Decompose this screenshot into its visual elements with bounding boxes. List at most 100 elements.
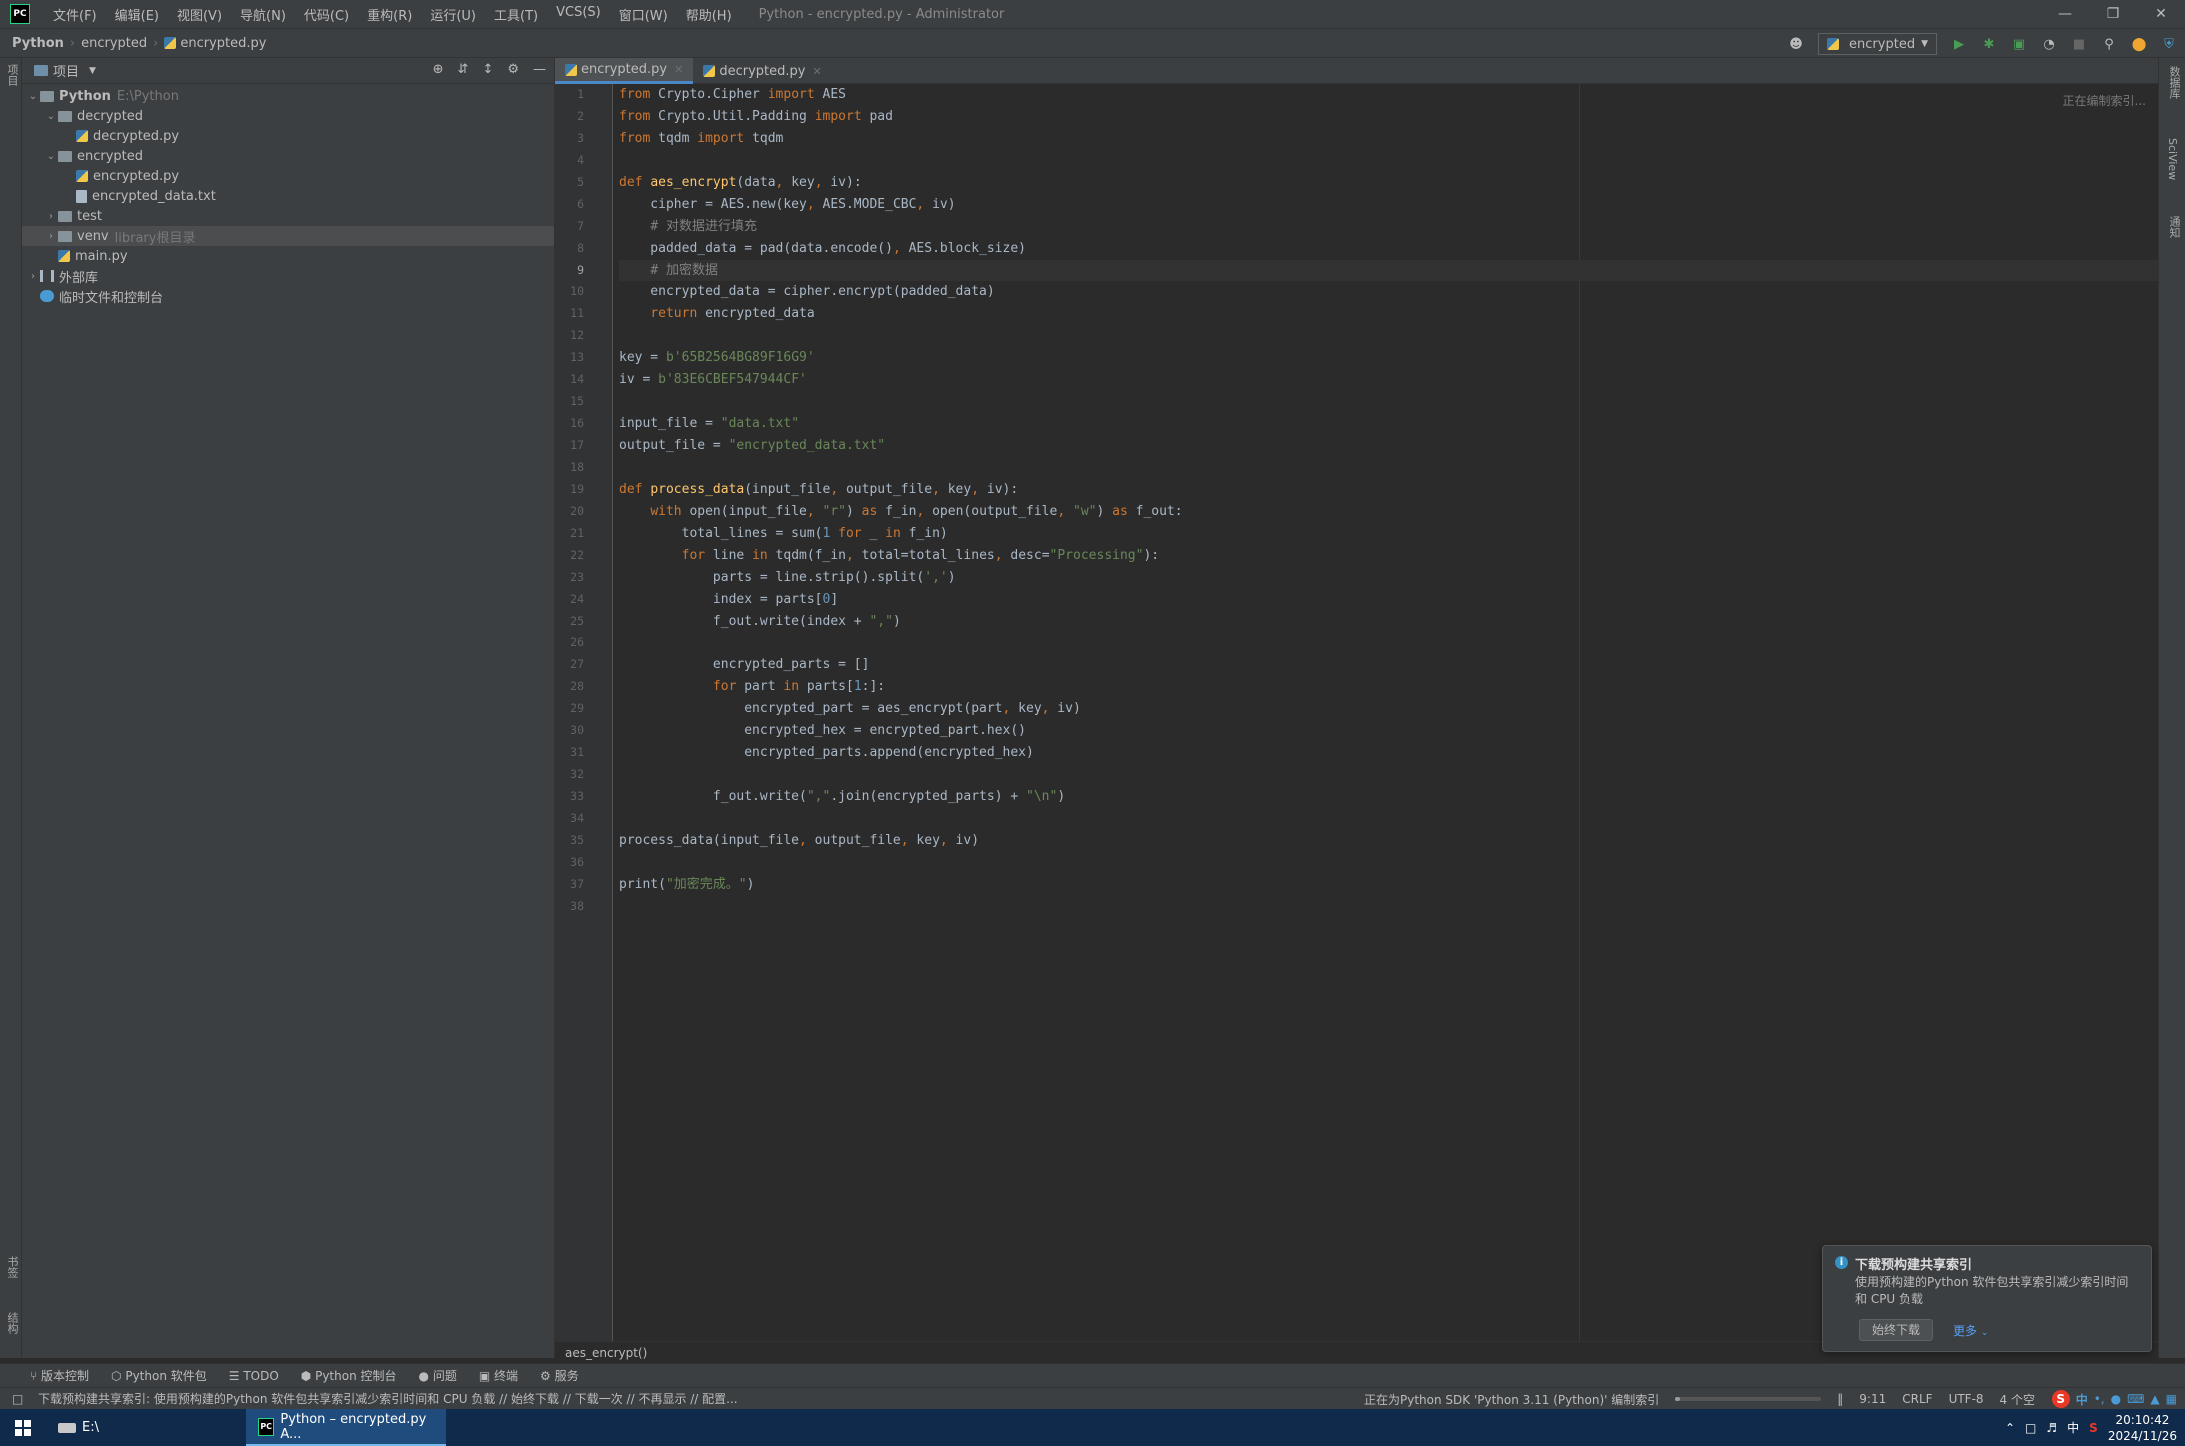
pause-icon[interactable]: ‖ <box>1837 1392 1843 1406</box>
line-number[interactable]: 31 <box>555 742 612 764</box>
menu-item[interactable]: 文件(F) <box>44 5 106 24</box>
line-number[interactable]: 35 <box>555 830 612 852</box>
code-line[interactable] <box>619 325 2158 347</box>
code-line[interactable] <box>619 852 2158 874</box>
coverage-icon[interactable]: ▣ <box>2011 36 2027 52</box>
line-number[interactable]: 16 <box>555 413 612 435</box>
code-line[interactable]: encrypted_part = aes_encrypt(part, key, … <box>619 698 2158 720</box>
menu-item[interactable]: 重构(R) <box>358 5 421 24</box>
caret-position[interactable]: 9:11 <box>1859 1392 1886 1406</box>
line-number[interactable]: 5 <box>555 172 612 194</box>
line-number[interactable]: 6 <box>555 194 612 216</box>
code-line[interactable]: encrypted_parts.append(encrypted_hex) <box>619 742 2158 764</box>
debug-icon[interactable]: ✱ <box>1981 36 1997 52</box>
profile-icon[interactable]: ◔ <box>2041 36 2057 52</box>
run-config-select[interactable]: encrypted ▼ <box>1818 33 1937 55</box>
line-number[interactable]: 32 <box>555 764 612 786</box>
punctuation-icon[interactable]: •, <box>2094 1392 2105 1406</box>
line-number[interactable]: 19 <box>555 479 612 501</box>
line-number[interactable]: 22 <box>555 545 612 567</box>
line-number[interactable]: 36 <box>555 852 612 874</box>
code-line[interactable] <box>619 632 2158 654</box>
code-line[interactable] <box>619 150 2158 172</box>
file-encoding[interactable]: UTF-8 <box>1949 1392 1984 1406</box>
code-line[interactable]: f_out.write(",".join(encrypted_parts) + … <box>619 786 2158 808</box>
code-line[interactable]: def process_data(input_file, output_file… <box>619 479 2158 501</box>
code-line[interactable]: # 对数据进行填充 <box>619 216 2158 238</box>
layout-icon[interactable]: □ <box>12 1392 23 1406</box>
expand-all-icon[interactable]: ⇵ <box>458 62 469 77</box>
tree-item[interactable]: 临时文件和控制台 <box>22 286 554 306</box>
menu-item[interactable]: 编辑(E) <box>106 5 168 24</box>
line-number[interactable]: 26 <box>555 632 612 654</box>
clock[interactable]: 20:10:42 2024/11/26 <box>2108 1412 2177 1444</box>
code-line[interactable]: print("加密完成。") <box>619 874 2158 896</box>
skin-icon[interactable]: ▲ <box>2150 1392 2159 1406</box>
editor-tab[interactable]: decrypted.py ✕ <box>693 58 831 84</box>
code-line[interactable]: key = b'65B2564BG89F16G9' <box>619 347 2158 369</box>
code-line[interactable]: # 加密数据 <box>619 259 2158 282</box>
line-number[interactable]: 21 <box>555 523 612 545</box>
line-number[interactable]: 34 <box>555 808 612 830</box>
breadcrumb-file[interactable]: encrypted.py <box>180 36 266 51</box>
line-number[interactable]: 20 <box>555 501 612 523</box>
update-icon[interactable]: ⬤ <box>2131 36 2147 52</box>
code-line[interactable]: from Crypto.Cipher import AES <box>619 84 2158 106</box>
locate-icon[interactable]: ⊕ <box>433 62 444 77</box>
code-line[interactable]: padded_data = pad(data.encode(), AES.blo… <box>619 238 2158 260</box>
chevron-right-icon[interactable]: › <box>26 271 40 282</box>
tree-item[interactable]: decrypted.py <box>22 126 554 146</box>
network-icon[interactable]: □ <box>2025 1421 2036 1435</box>
line-number[interactable]: 28 <box>555 676 612 698</box>
code-line[interactable]: iv = b'83E6CBEF547944CF' <box>619 369 2158 391</box>
code-line[interactable] <box>619 457 2158 479</box>
tool-window-button[interactable]: ⬢ Python 控制台 <box>301 1367 397 1384</box>
code-line[interactable]: cipher = AES.new(key, AES.MODE_CBC, iv) <box>619 194 2158 216</box>
indexing-status[interactable]: 正在为Python SDK 'Python 3.11 (Python)' 编制索… <box>1364 1391 1659 1408</box>
notifications-tool-button[interactable]: 通知 <box>2166 216 2182 238</box>
tree-item[interactable]: ⌄ encrypted <box>22 146 554 166</box>
chevron-down-icon[interactable]: ▼ <box>89 66 96 76</box>
line-number[interactable]: 11 <box>555 303 612 325</box>
line-number[interactable]: 30 <box>555 720 612 742</box>
code-line[interactable]: parts = line.strip().split(',') <box>619 567 2158 589</box>
run-icon[interactable]: ▶ <box>1951 36 1967 52</box>
menu-item[interactable]: 窗口(W) <box>610 5 677 24</box>
tool-window-button[interactable]: ⑂ 版本控制 <box>30 1367 89 1384</box>
code-line[interactable]: for part in parts[1:]: <box>619 676 2158 698</box>
line-number[interactable]: 2 <box>555 106 612 128</box>
line-number[interactable]: 38 <box>555 896 612 918</box>
code-line[interactable]: from Crypto.Util.Padding import pad <box>619 106 2158 128</box>
chevron-down-icon[interactable]: ⌄ <box>44 151 58 162</box>
code-line[interactable]: with open(input_file, "r") as f_in, open… <box>619 501 2158 523</box>
line-number[interactable]: 24 <box>555 589 612 611</box>
tool-window-button[interactable]: ⬡ Python 软件包 <box>111 1367 207 1384</box>
line-number[interactable]: 23 <box>555 567 612 589</box>
restore-icon[interactable]: ❐ <box>2089 0 2137 28</box>
tree-item[interactable]: encrypted_data.txt <box>22 186 554 206</box>
database-tool-button[interactable]: 数据库 <box>2166 66 2182 99</box>
menu-item[interactable]: 视图(V) <box>168 5 231 24</box>
menu-item[interactable]: VCS(S) <box>547 5 610 24</box>
code-line[interactable] <box>619 896 2158 918</box>
tree-item[interactable]: › 外部库 <box>22 266 554 286</box>
close-icon[interactable]: ✕ <box>2137 0 2185 28</box>
sogou-tray-icon[interactable]: S <box>2089 1421 2098 1435</box>
status-message[interactable]: 下载预构建共享索引: 使用预构建的Python 软件包共享索引减少索引时间和 C… <box>38 1390 738 1407</box>
tree-item[interactable]: › test <box>22 206 554 226</box>
collapse-all-icon[interactable]: ↕ <box>482 62 493 77</box>
chevron-up-icon[interactable]: ⌃ <box>2005 1421 2015 1435</box>
taskbar-item-pycharm[interactable]: PC Python – encrypted.py A... <box>246 1409 446 1446</box>
editor-tab[interactable]: encrypted.py ✕ <box>555 58 694 84</box>
code-line[interactable] <box>619 391 2158 413</box>
line-separator[interactable]: CRLF <box>1902 1392 1932 1406</box>
indent-setting[interactable]: 4 个空 <box>2000 1391 2035 1408</box>
ime-indicator[interactable]: 中 <box>2067 1419 2079 1436</box>
code-area[interactable]: from Crypto.Cipher import AES from Crypto… <box>619 84 2158 918</box>
line-number[interactable]: 3 <box>555 128 612 150</box>
code-editor[interactable]: 1 2 3 4 5 6 7 8 9 10 11 12 13 14 15 16 17 18 19 20 21 22 23 24 2… <box>555 84 2158 1341</box>
keyboard-icon[interactable]: ⌨ <box>2127 1392 2144 1406</box>
tree-item[interactable]: encrypted.py <box>22 166 554 186</box>
code-line[interactable]: for line in tqdm(f_in, total=total_lines… <box>619 545 2158 567</box>
line-number[interactable]: 12 <box>555 325 612 347</box>
